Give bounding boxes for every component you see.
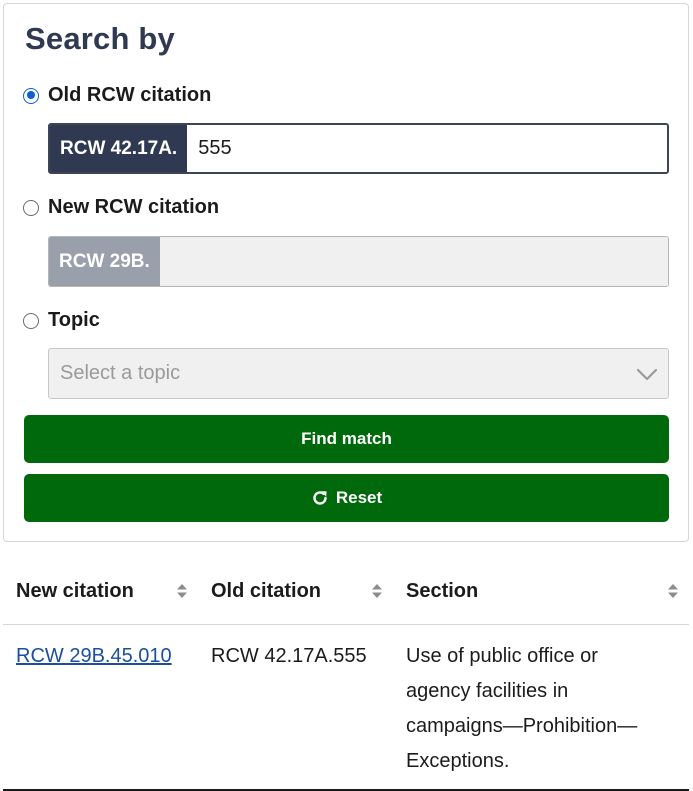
column-header-old-citation[interactable]: Old citation: [198, 560, 393, 625]
radio-old-citation[interactable]: Old RCW citation: [23, 84, 211, 107]
cell-old-citation: RCW 42.17A.555: [198, 624, 393, 791]
column-header-label: New citation: [16, 580, 134, 603]
new-citation-prefix: RCW 29B.: [49, 237, 160, 286]
reload-icon: [311, 489, 329, 507]
radio-label-old-citation: Old RCW citation: [48, 84, 212, 106]
new-citation-input-group: RCW 29B.: [48, 236, 669, 287]
search-title: Search by: [25, 21, 175, 56]
radio-new-citation[interactable]: New RCW citation: [23, 196, 219, 219]
old-citation-prefix: RCW 42.17A.: [50, 125, 188, 172]
radio-button-new-citation[interactable]: [23, 199, 39, 216]
old-citation-input-group: RCW 42.17A.: [48, 123, 669, 174]
chevron-down-icon: [636, 364, 658, 389]
column-header-new-citation[interactable]: New citation: [3, 560, 198, 625]
old-citation-input[interactable]: [187, 125, 667, 172]
new-citation-input[interactable]: [159, 237, 668, 286]
new-citation-link[interactable]: RCW 29B.45.010: [16, 645, 172, 667]
column-header-label: Old citation: [211, 580, 321, 603]
radio-button-topic[interactable]: [23, 312, 39, 329]
results-table: New citation Old citation Section RCW 29…: [3, 560, 689, 791]
table-row: RCW 29B.45.010 RCW 42.17A.555 Use of pub…: [3, 624, 689, 791]
reset-button[interactable]: Reset: [24, 474, 669, 522]
sort-icon[interactable]: [176, 582, 188, 605]
search-card: Search by Old RCW citation RCW 42.17A. N…: [3, 3, 689, 542]
sort-icon[interactable]: [667, 582, 679, 605]
find-match-button[interactable]: Find match: [24, 415, 669, 463]
radio-label-topic: Topic: [48, 309, 100, 331]
cell-section: Use of public office or agency facilitie…: [393, 624, 689, 791]
topic-select[interactable]: Select a topic: [48, 348, 669, 399]
table-header-row: New citation Old citation Section: [3, 560, 689, 625]
find-match-label: Find match: [301, 429, 392, 448]
radio-topic[interactable]: Topic: [23, 309, 100, 332]
topic-select-placeholder: Select a topic: [60, 362, 181, 384]
sort-icon[interactable]: [371, 582, 383, 605]
reset-label: Reset: [335, 488, 383, 507]
radio-label-new-citation: New RCW citation: [48, 196, 220, 218]
column-header-label: Section: [406, 580, 479, 603]
column-header-section[interactable]: Section: [393, 560, 689, 625]
radio-button-old-citation[interactable]: [23, 87, 39, 104]
cell-new-citation: RCW 29B.45.010: [3, 624, 198, 791]
